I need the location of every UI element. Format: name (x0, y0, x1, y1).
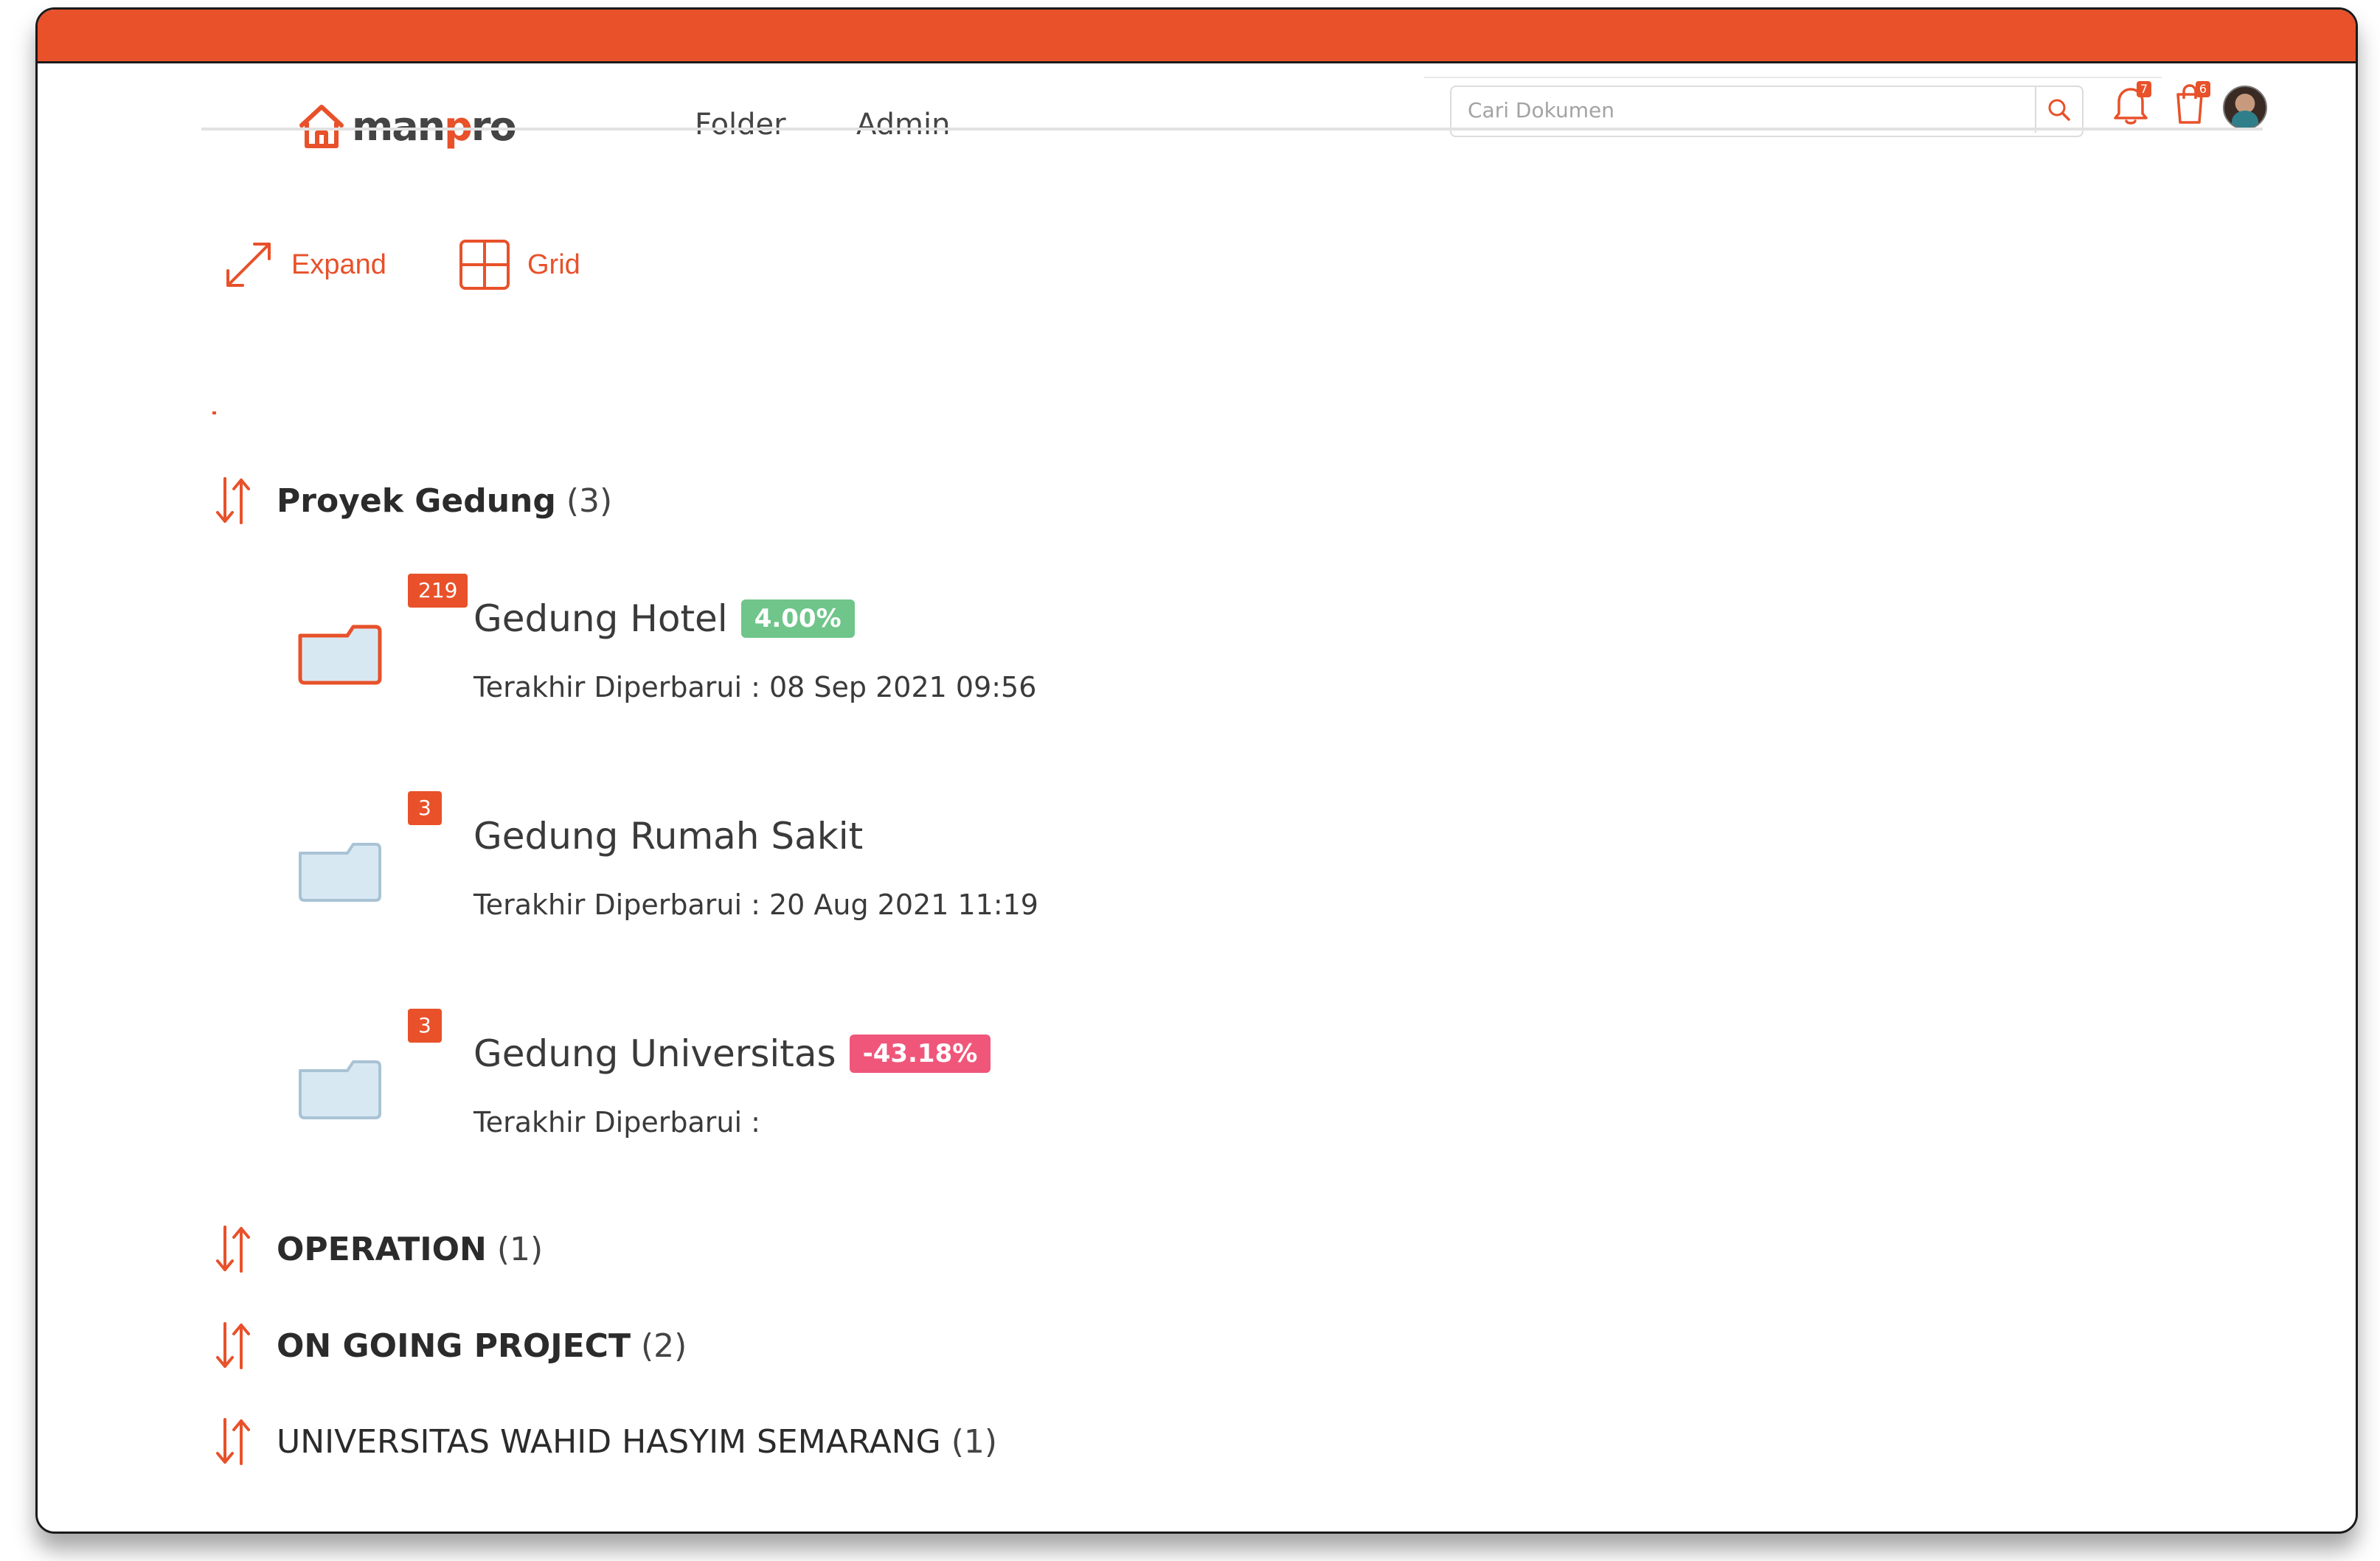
item-title-row: Gedung Hotel 4.00% (473, 597, 855, 640)
folder-item-gedung-hotel[interactable]: 219 Gedung Hotel 4.00% Terakhir Diperbar… (296, 574, 1328, 721)
group-header-proyek-gedung[interactable]: Proyek Gedung (3) (215, 474, 612, 527)
last-updated: Terakhir Diperbarui : 08 Sep 2021 09:56 (473, 671, 1037, 703)
progress-badge: -43.18% (849, 1035, 991, 1073)
home-icon (299, 105, 344, 148)
app-window: manpro Folder Admin 7 (35, 7, 2358, 1534)
brand-wordmark: manpro (352, 102, 517, 150)
folder-name: Gedung Universitas (473, 1032, 836, 1075)
expand-icon (226, 243, 271, 287)
group-header-operation[interactable]: OPERATION (1) (215, 1223, 543, 1276)
nav-folder[interactable]: Folder (695, 108, 786, 142)
notification-count-badge: 7 (2137, 81, 2151, 97)
document-count-badge: 219 (408, 574, 468, 608)
grid-label: Grid (527, 248, 580, 280)
grid-view-button[interactable]: Grid (458, 238, 580, 291)
decorative-mark (212, 411, 216, 414)
brand-logo[interactable]: manpro (296, 97, 517, 156)
group-header-universitas-wahid-hasyim[interactable]: UNIVERSITAS WAHID HASYIM SEMARANG (1) (215, 1415, 997, 1468)
sort-arrows-icon (216, 1322, 250, 1369)
item-title-row: Gedung Universitas -43.18% (473, 1032, 991, 1075)
last-updated: Terakhir Diperbarui : 20 Aug 2021 11:19 (473, 889, 1038, 921)
search-icon (2048, 99, 2070, 121)
search-button[interactable] (2035, 87, 2082, 133)
notifications-button[interactable]: 7 (2110, 81, 2154, 133)
sort-arrows-icon (216, 1418, 250, 1465)
folder-name: Gedung Rumah Sakit (473, 815, 864, 858)
group-count: (1) (951, 1422, 998, 1461)
search-input[interactable] (1451, 87, 2027, 133)
folder-icon (299, 1060, 381, 1119)
cart-count-badge: 6 (2196, 81, 2210, 97)
top-navbar: manpro Folder Admin 7 (38, 63, 2356, 185)
last-updated: Terakhir Diperbarui : (473, 1106, 760, 1138)
progress-badge: 4.00% (740, 599, 855, 638)
search-topline (1424, 77, 2162, 78)
user-avatar[interactable] (2223, 86, 2267, 130)
group-title: Proyek Gedung (277, 481, 556, 520)
sort-arrows-icon (216, 1225, 250, 1273)
group-count: (1) (496, 1230, 544, 1268)
window-title-bar (38, 10, 2356, 63)
document-count-badge: 3 (408, 791, 442, 825)
group-title: OPERATION (277, 1230, 487, 1268)
item-title-row: Gedung Rumah Sakit (473, 815, 863, 858)
group-header-on-going-project[interactable]: ON GOING PROJECT (2) (215, 1319, 687, 1372)
group-count: (2) (640, 1327, 687, 1365)
sort-arrows-icon (216, 477, 250, 524)
group-title: UNIVERSITAS WAHID HASYIM SEMARANG (277, 1422, 941, 1461)
folder-item-gedung-rumah-sakit[interactable]: 3 Gedung Rumah Sakit Terakhir Diperbarui… (296, 791, 1328, 939)
folder-name: Gedung Hotel (473, 597, 728, 640)
expand-label: Expand (291, 248, 386, 280)
nav-admin[interactable]: Admin (856, 108, 950, 142)
cart-button[interactable]: 6 (2169, 81, 2213, 133)
folder-icon (299, 843, 381, 902)
group-count: (3) (566, 481, 613, 520)
folder-item-gedung-universitas[interactable]: 3 Gedung Universitas -43.18% Terakhir Di… (296, 1009, 1328, 1156)
document-count-badge: 3 (408, 1009, 442, 1043)
grid-icon (459, 240, 510, 290)
header-divider (201, 128, 2263, 131)
group-title: ON GOING PROJECT (277, 1327, 631, 1365)
folder-icon (298, 625, 382, 685)
expand-button[interactable]: Expand (222, 238, 386, 291)
